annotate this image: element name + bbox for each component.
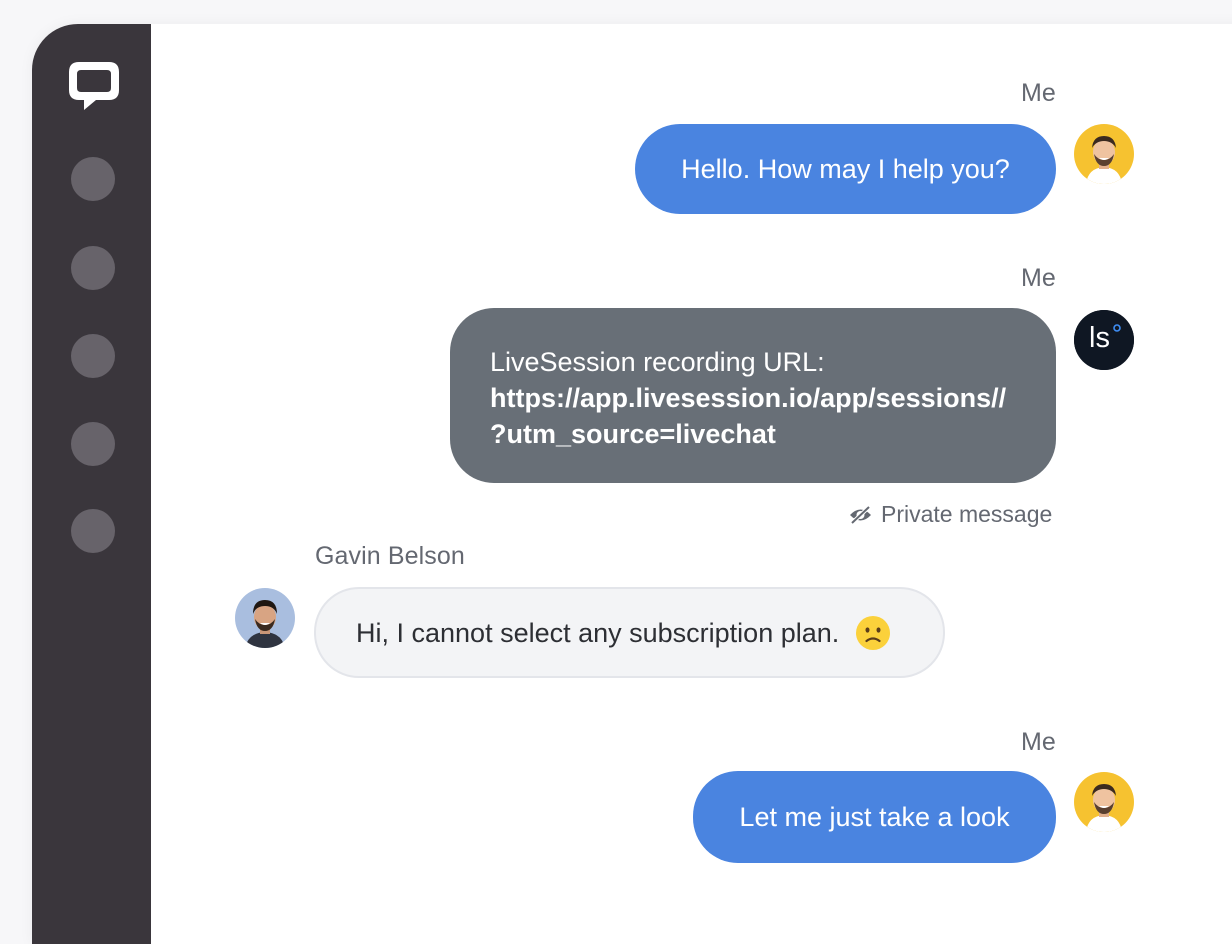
recording-url-line-1[interactable]: https://app.livesession.io/app/sessions/…	[490, 380, 1016, 416]
message-sender: Me	[1021, 264, 1056, 292]
sidebar-nav-item-4[interactable]	[71, 422, 115, 466]
private-message-bubble[interactable]: LiveSession recording URL: https://app.l…	[450, 308, 1056, 483]
agent-avatar[interactable]	[1074, 124, 1134, 184]
livechat-logo-icon[interactable]	[66, 58, 122, 114]
agent-message-bubble[interactable]: Hello. How may I help you?	[635, 124, 1056, 214]
sidebar	[32, 24, 151, 944]
recording-url-line-2[interactable]: ?utm_source=livechat	[490, 416, 1016, 452]
sidebar-nav-item-3[interactable]	[71, 334, 115, 378]
sad-face-icon	[856, 615, 891, 650]
livesession-avatar: ls	[1074, 310, 1134, 370]
eye-off-icon	[850, 505, 871, 524]
agent-message-bubble[interactable]: Let me just take a look	[693, 771, 1056, 863]
agent-avatar-image	[1074, 124, 1134, 184]
message-text: Hello. How may I help you?	[681, 154, 1010, 184]
agent-avatar-image	[1074, 772, 1134, 832]
sidebar-nav-item-2[interactable]	[71, 246, 115, 290]
customer-avatar-image	[235, 588, 295, 648]
livesession-avatar-text: ls	[1089, 322, 1110, 354]
message-sender: Me	[1021, 728, 1056, 756]
private-message-note: Private message	[881, 501, 1053, 527]
chat-window: Me Hello. How may I help you? Me LiveSes…	[32, 24, 1232, 944]
message-sender: Me	[1021, 79, 1056, 107]
private-message-indicator: Private message	[848, 501, 1052, 528]
private-message-label: LiveSession recording URL:	[490, 347, 825, 377]
message-text: Hi, I cannot select any subscription pla…	[356, 617, 840, 648]
customer-message-bubble[interactable]: Hi, I cannot select any subscription pla…	[314, 587, 945, 678]
message-text: Let me just take a look	[739, 802, 1010, 832]
customer-name: Gavin Belson	[315, 542, 465, 570]
sidebar-nav-item-5[interactable]	[71, 509, 115, 553]
customer-avatar[interactable]	[235, 588, 295, 648]
agent-avatar[interactable]	[1074, 772, 1134, 832]
sidebar-nav-item-1[interactable]	[71, 157, 115, 201]
